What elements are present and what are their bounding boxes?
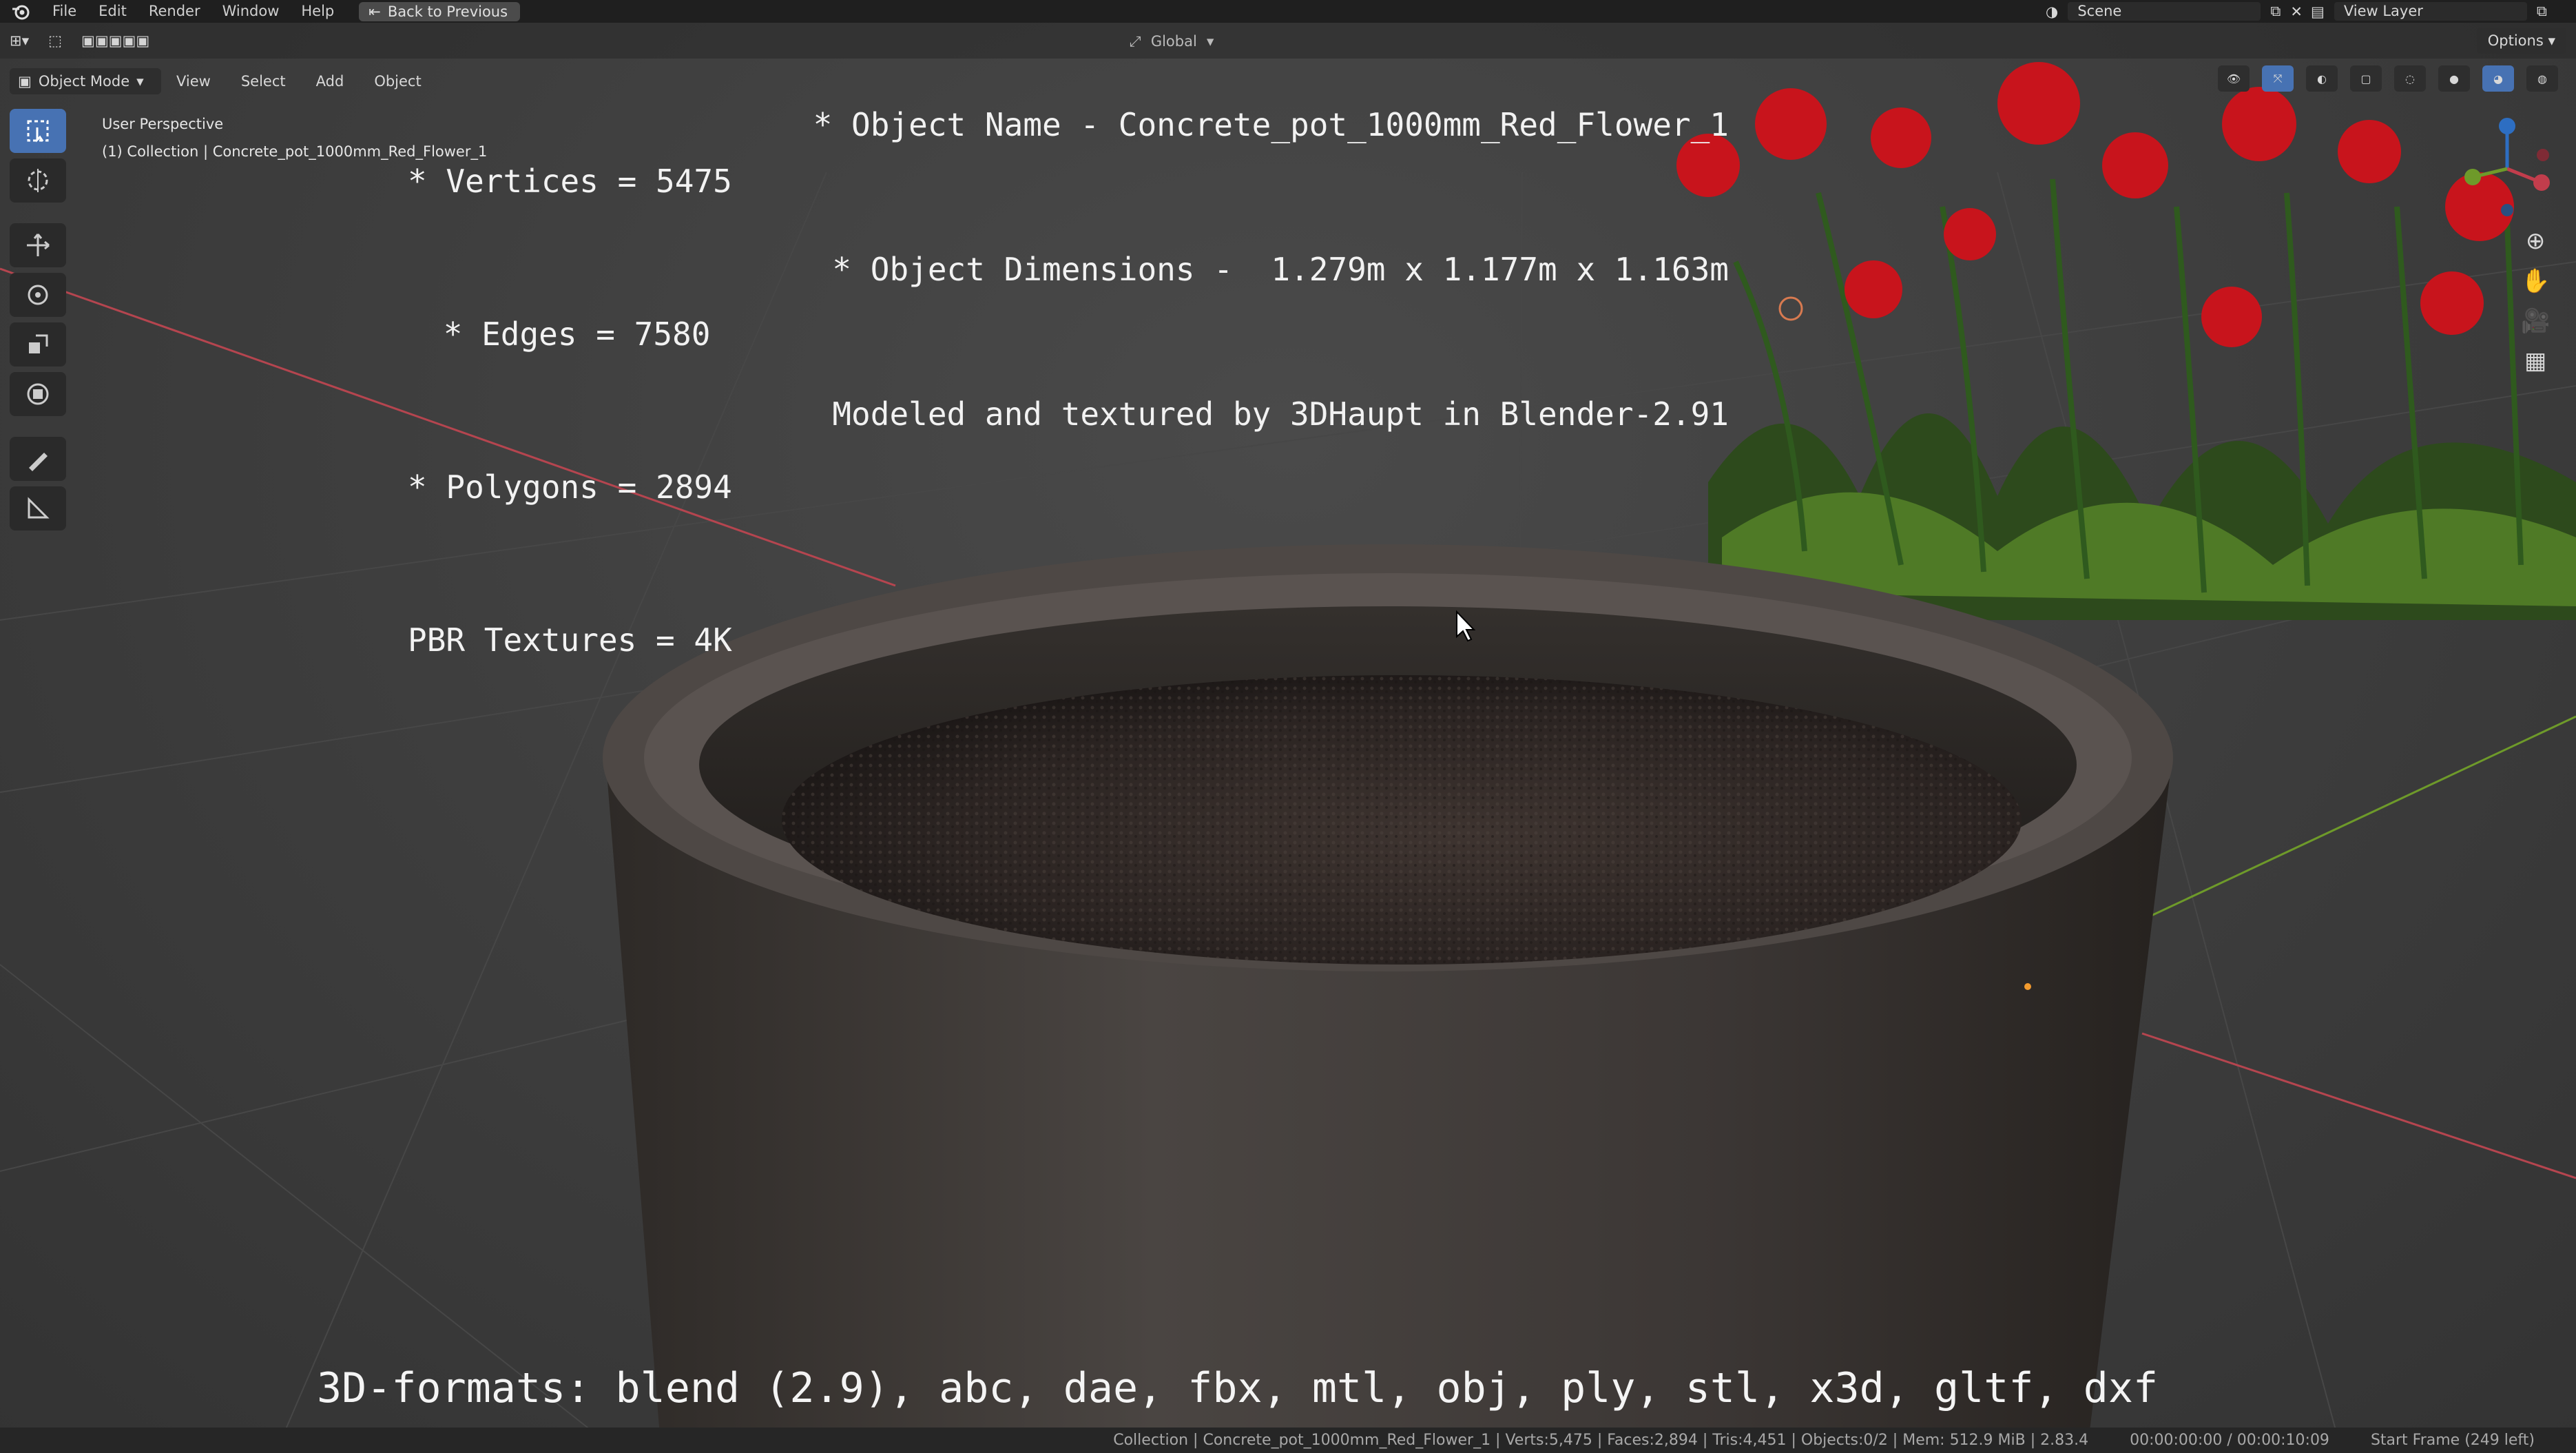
view-layer-name-field[interactable]: View Layer <box>2334 2 2527 21</box>
scale-icon[interactable] <box>10 322 66 367</box>
transform-icon[interactable] <box>10 372 66 416</box>
object-mode-dropdown[interactable]: ▣ Object Mode ▾ <box>10 68 161 94</box>
rotate-icon[interactable] <box>10 273 66 317</box>
hand-pan-icon[interactable]: ✋ <box>2521 267 2550 295</box>
gizmo-toggle-icon[interactable]: ⤧ <box>2262 65 2294 92</box>
scene-icon: ◑ <box>2046 3 2059 20</box>
object-name-line: * Object Name - Concrete_pot_1000mm_Red_… <box>813 106 1729 143</box>
x-axis-line-right <box>2141 1032 2576 1179</box>
menu-file[interactable]: File <box>41 0 87 23</box>
object-dimensions-line: * Object Dimensions - 1.279m x 1.177m x … <box>832 251 1729 288</box>
menu-add[interactable]: Add <box>301 73 360 90</box>
scene-statistics: Collection | Concrete_pot_1000mm_Red_Flo… <box>1113 1432 2089 1449</box>
wireframe-shading-icon[interactable]: ◌ <box>2394 65 2426 92</box>
concrete-pot[interactable] <box>603 544 2173 1453</box>
chevron-down-icon: ▾ <box>2548 32 2555 49</box>
object-mode-icon: ▣ <box>18 73 32 90</box>
blender-logo-icon[interactable] <box>0 0 41 23</box>
annotate-icon[interactable] <box>10 437 66 481</box>
menu-help[interactable]: Help <box>290 0 345 23</box>
origin-point <box>2024 983 2031 990</box>
y-axis-line <box>2134 715 2576 925</box>
menu-window[interactable]: Window <box>211 0 291 23</box>
modeled-by-line: Modeled and textured by 3DHaupt in Blend… <box>832 395 1729 433</box>
select-tool-icon[interactable]: ⬚ <box>39 27 72 54</box>
view-layer-selector[interactable]: ▤ View Layer ⧉ <box>2311 0 2547 23</box>
right-navigation-tools: ⊕ ✋ 🎥 ▦ <box>2521 227 2550 375</box>
selection-mode-icons[interactable]: ▣▣▣▣▣ <box>72 27 159 54</box>
menu-select[interactable]: Select <box>226 73 301 90</box>
measure-icon[interactable] <box>10 486 66 530</box>
left-toolbar <box>10 109 66 530</box>
overlay-toggle-icon[interactable]: ◐ <box>2306 65 2338 92</box>
object-mode-label: Object Mode <box>38 73 130 90</box>
object-info-overlay: * Object Name - Concrete_pot_1000mm_Red_… <box>813 4 1729 535</box>
scene-name-field[interactable]: Scene <box>2068 2 2261 21</box>
material-shading-icon[interactable]: ◕ <box>2482 65 2514 92</box>
menu-render[interactable]: Render <box>138 0 211 23</box>
options-dropdown[interactable]: Options ▾ <box>2476 28 2566 54</box>
new-view-layer-icon[interactable]: ⧉ <box>2537 3 2547 20</box>
back-to-previous-label: Back to Previous <box>387 3 508 20</box>
3d-cursor[interactable] <box>1778 296 1803 321</box>
select-box-icon[interactable] <box>10 109 66 153</box>
back-icon: ⇤ <box>368 3 381 20</box>
viewport-shading-controls: 👁 ⤧ ◐ ▢ ◌ ● ◕ ◍ <box>2218 65 2558 92</box>
mesh-stats-overlay: * Vertices = 5475 * Edges = 7580 * Polyg… <box>408 54 732 767</box>
menu-view[interactable]: View <box>161 73 226 90</box>
cursor-icon[interactable] <box>10 158 66 203</box>
remove-scene-icon[interactable]: ✕ <box>2290 3 2303 20</box>
solid-shading-icon[interactable]: ● <box>2438 65 2470 92</box>
scene-selector[interactable]: ◑ Scene ⧉ ✕ <box>2046 0 2303 23</box>
frame-info: Start Frame (249 left) <box>2370 1432 2535 1449</box>
view-layer-icon: ▤ <box>2311 3 2325 20</box>
new-scene-icon[interactable]: ⧉ <box>2270 3 2281 20</box>
pbr-textures-stat: PBR Textures = 4K <box>408 621 732 659</box>
playback-time: 00:00:00:00 / 00:00:10:09 <box>2130 1432 2329 1449</box>
grid-ortho-icon[interactable]: ▦ <box>2524 347 2546 375</box>
viewport-menu-row: ▣ Object Mode ▾ View Select Add Object <box>0 66 437 96</box>
chevron-down-icon: ▾ <box>136 73 144 90</box>
options-label: Options <box>2487 32 2544 49</box>
formats-overlay: 3D-formats: blend (2.9), abc, dae, fbx, … <box>317 1364 2159 1412</box>
blender-window: File Edit Render Window Help ⇤ Back to P… <box>0 0 2576 1453</box>
editor-type-icon[interactable]: ⊞▾ <box>0 27 39 54</box>
back-to-previous-button[interactable]: ⇤ Back to Previous <box>359 1 521 21</box>
menu-edit[interactable]: Edit <box>87 0 138 23</box>
vertices-stat: * Vertices = 5475 <box>408 163 732 200</box>
rendered-shading-icon[interactable]: ◍ <box>2526 65 2558 92</box>
xray-toggle-icon[interactable]: ▢ <box>2350 65 2382 92</box>
navigation-gizmo[interactable] <box>2452 114 2562 227</box>
edges-stat: * Edges = 7580 <box>424 316 711 353</box>
polygons-stat: * Polygons = 2894 <box>408 468 732 506</box>
status-bar: Collection | Concrete_pot_1000mm_Red_Flo… <box>0 1428 2576 1453</box>
move-icon[interactable] <box>10 223 66 267</box>
camera-icon[interactable]: 🎥 <box>2521 307 2550 335</box>
red-flower-plant[interactable] <box>1676 62 2576 620</box>
zoom-icon[interactable]: ⊕ <box>2526 227 2546 255</box>
visibility-icon[interactable]: 👁 <box>2218 65 2250 92</box>
